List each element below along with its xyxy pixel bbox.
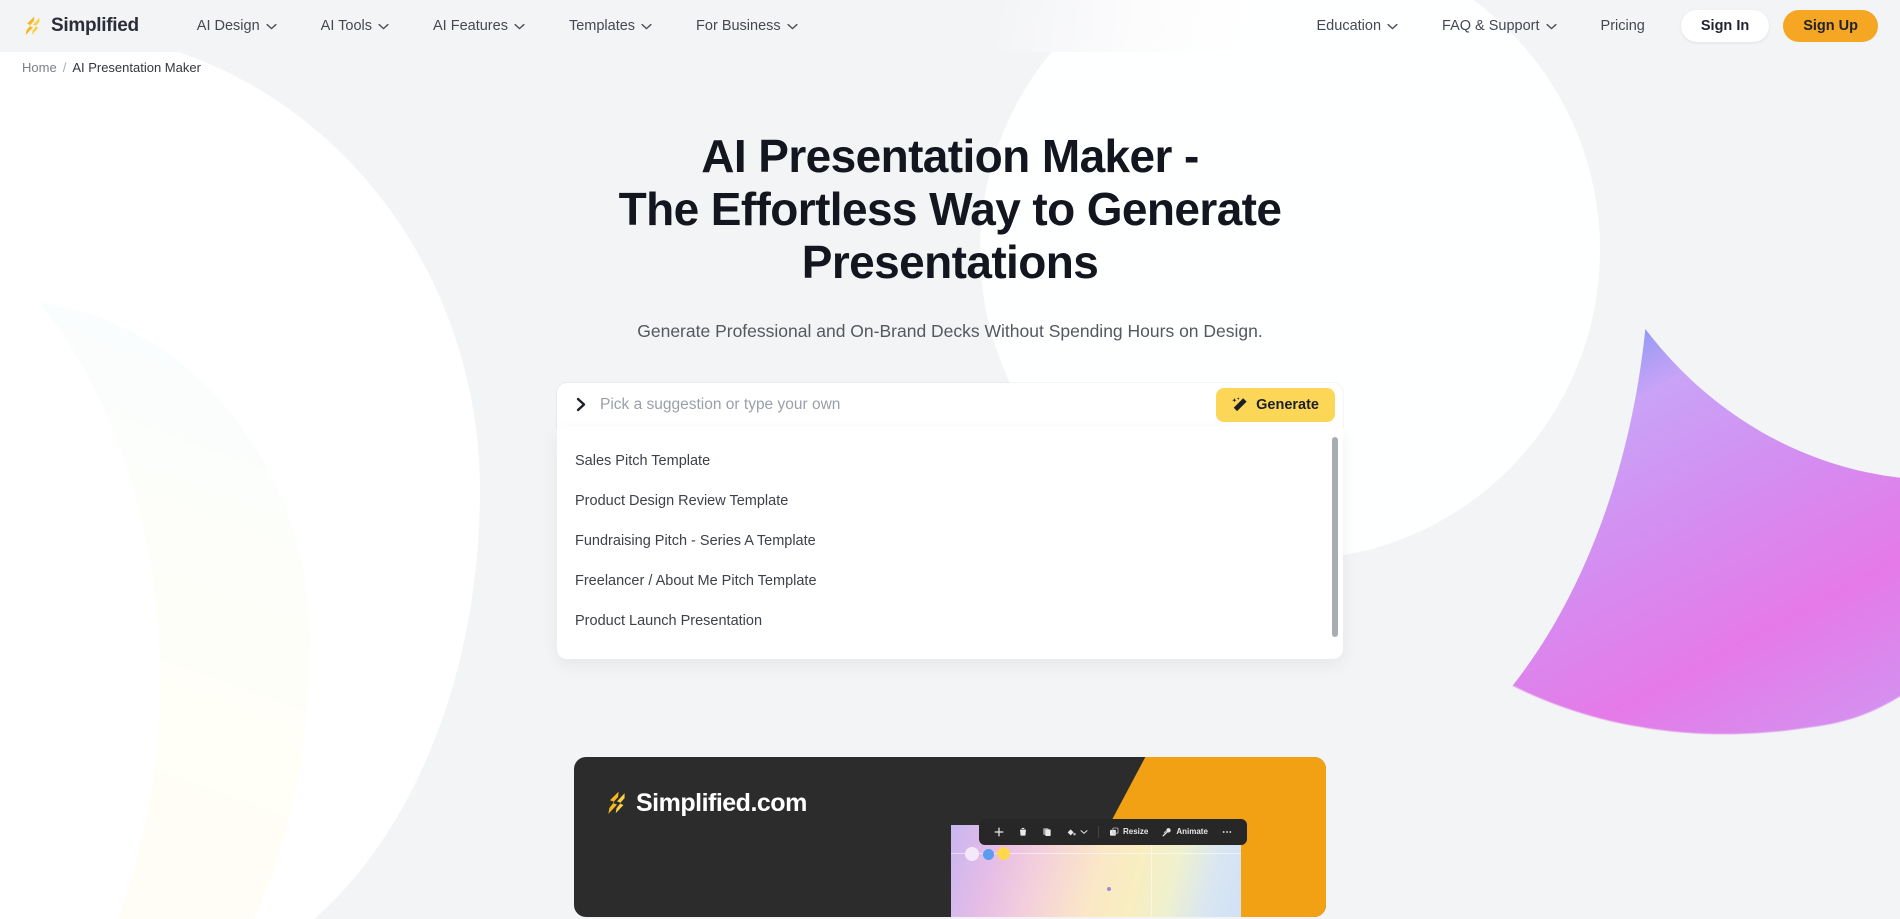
canvas-toolbar: Resize Animate [979, 818, 1247, 845]
breadcrumb-separator: / [62, 60, 67, 75]
hero-subtitle: Generate Professional and On-Brand Decks… [637, 320, 1263, 341]
nav-label: Templates [568, 18, 636, 34]
nav-label: AI Tools [320, 18, 372, 34]
more-options-button[interactable] [1215, 821, 1239, 843]
nav-label: AI Design [196, 18, 260, 34]
slide-dot [997, 846, 1010, 860]
resize-label: Resize [1123, 827, 1149, 837]
nav-item-faq-support[interactable]: FAQ & Support [1420, 10, 1579, 42]
generate-button[interactable]: Generate [1216, 387, 1335, 422]
animate-button[interactable]: Animate [1155, 821, 1215, 843]
list-item[interactable]: Freelancer / About Me Pitch Template [557, 561, 1343, 601]
chevron-down-icon [266, 23, 277, 30]
slide-guide-horizontal [951, 852, 1241, 854]
prompt-panel: Generate Sales Pitch Template Product De… [557, 382, 1343, 659]
simplified-bolt-logo-icon [25, 16, 40, 36]
gradient-blob-left [0, 300, 310, 919]
chevron-down-icon [641, 23, 652, 30]
search-input[interactable] [600, 395, 1217, 414]
suggestion-scrollbar[interactable] [1332, 436, 1338, 637]
chevron-down-icon [378, 23, 389, 30]
nav-item-ai-tools[interactable]: AI Tools [299, 10, 411, 42]
page-title: AI Presentation Maker - The Effortless W… [570, 130, 1330, 289]
breadcrumb-home-link[interactable]: Home [22, 60, 57, 75]
sign-in-button[interactable]: Sign In [1680, 10, 1770, 42]
resize-button[interactable]: Resize [1102, 821, 1155, 843]
nav-right-group: Education FAQ & Support Pricing Sign In … [1295, 10, 1878, 42]
magic-wand-icon [1232, 396, 1247, 411]
chevron-down-icon [1080, 829, 1088, 834]
breadcrumb-current: AI Presentation Maker [72, 60, 201, 75]
page-root: Simplified AI Design AI Tools AI Feature… [0, 0, 1900, 919]
video-watermark: Simplified.com [604, 789, 807, 818]
nav-label: For Business [696, 18, 781, 34]
trash-icon [1020, 827, 1026, 836]
slide-dot [983, 848, 994, 860]
animate-icon [1162, 827, 1172, 837]
gradient-blob-right [1253, 0, 1900, 789]
hero-section: AI Presentation Maker - The Effortless W… [0, 130, 1900, 342]
resize-icon [1110, 827, 1119, 836]
prompt-input-bar: Generate [557, 382, 1343, 427]
brand-logo[interactable]: Simplified [22, 15, 139, 37]
animate-label: Animate [1176, 827, 1208, 837]
nav-item-ai-features[interactable]: AI Features [411, 10, 547, 42]
brand-name: Simplified [51, 15, 139, 36]
nav-left-group: AI Design AI Tools AI Features Templates… [175, 10, 820, 42]
generate-button-label: Generate [1256, 396, 1319, 413]
video-preview-card[interactable]: Simplified.com Resize Animate [574, 756, 1326, 917]
breadcrumb: Home / AI Presentation Maker [0, 52, 1900, 75]
chevron-right-icon [576, 397, 586, 412]
toolbar-divider [1098, 825, 1099, 838]
nav-item-templates[interactable]: Templates [547, 10, 674, 42]
add-element-button[interactable] [987, 821, 1011, 843]
nav-label: Pricing [1600, 18, 1645, 34]
nav-label: FAQ & Support [1442, 18, 1540, 34]
chevron-down-icon [787, 23, 798, 30]
page-title-line-3: Presentations [801, 235, 1099, 288]
suggestion-list: Sales Pitch Template Product Design Revi… [557, 426, 1343, 659]
nav-item-for-business[interactable]: For Business [674, 10, 820, 42]
nav-label: AI Features [433, 18, 508, 34]
page-title-line-1: AI Presentation Maker - [701, 130, 1199, 182]
video-watermark-text: Simplified.com [636, 788, 807, 817]
nav-label: Education [1316, 18, 1382, 34]
list-item[interactable]: Product Launch Presentation [557, 601, 1343, 641]
list-item[interactable]: Fundraising Pitch - Series A Template [557, 521, 1343, 561]
plus-icon [994, 827, 1004, 837]
delete-button[interactable] [1011, 821, 1035, 843]
list-item[interactable]: Product Design Review Template [557, 481, 1343, 521]
nav-item-education[interactable]: Education [1295, 10, 1421, 42]
page-title-line-2: The Effortless Way to Generate [618, 182, 1282, 235]
simplified-bolt-logo-icon [608, 791, 625, 815]
chevron-down-icon [1545, 23, 1557, 30]
duplicate-button[interactable] [1035, 821, 1059, 843]
copy-icon [1043, 827, 1051, 836]
slide-dot [965, 846, 979, 861]
chevron-down-icon [1387, 23, 1398, 30]
paint-bucket-icon [1067, 829, 1076, 836]
nav-item-pricing[interactable]: Pricing [1579, 10, 1667, 42]
fill-color-button[interactable] [1059, 821, 1095, 843]
list-item[interactable]: Sales Pitch Template [557, 441, 1343, 481]
top-navbar: Simplified AI Design AI Tools AI Feature… [0, 0, 1900, 52]
slide-dot [1107, 886, 1111, 891]
nav-item-ai-design[interactable]: AI Design [175, 10, 299, 42]
chevron-down-icon [514, 23, 525, 30]
sign-up-button[interactable]: Sign Up [1783, 10, 1878, 42]
more-options-icon [1222, 830, 1232, 833]
